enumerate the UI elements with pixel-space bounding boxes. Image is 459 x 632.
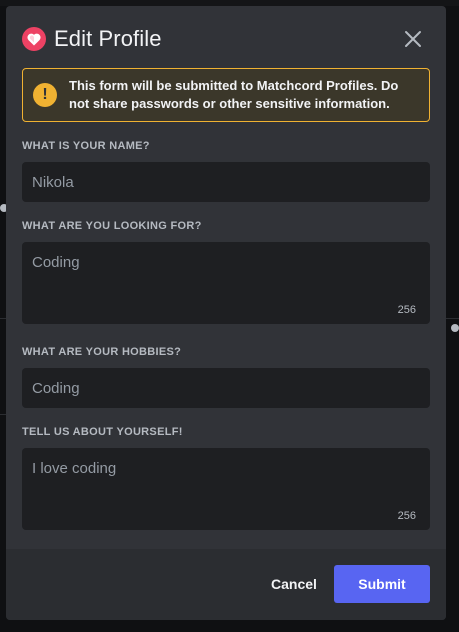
edit-profile-modal: Edit Profile ! This form will be submitt… xyxy=(6,6,446,620)
looking-for-placeholder: Coding xyxy=(32,254,80,271)
submit-button[interactable]: Submit xyxy=(334,565,430,603)
modal-title: Edit Profile xyxy=(54,26,162,51)
character-counter: 256 xyxy=(397,510,416,522)
warning-banner: ! This form will be submitted to Matchco… xyxy=(22,68,430,122)
about-label: TELL US ABOUT YOURSELF! xyxy=(22,426,183,438)
exclamation-icon: ! xyxy=(33,83,57,107)
name-input[interactable]: Nikola xyxy=(22,162,430,202)
hobbies-placeholder: Coding xyxy=(32,379,80,397)
close-icon xyxy=(405,31,421,47)
cancel-button[interactable]: Cancel xyxy=(246,565,342,603)
close-button[interactable] xyxy=(400,26,426,52)
modal-footer: Cancel Submit xyxy=(6,549,446,620)
name-placeholder: Nikola xyxy=(32,173,74,191)
background-dot xyxy=(451,324,459,332)
looking-for-label: WHAT ARE YOU LOOKING FOR? xyxy=(22,220,202,232)
modal-header: Edit Profile xyxy=(22,24,430,54)
hobbies-label: WHAT ARE YOUR HOBBIES? xyxy=(22,346,182,358)
character-counter: 256 xyxy=(397,304,416,316)
background-divider xyxy=(446,318,459,319)
about-input[interactable]: I love coding 256 xyxy=(22,448,430,530)
looking-for-input[interactable]: Coding 256 xyxy=(22,242,430,324)
name-label: WHAT IS YOUR NAME? xyxy=(22,140,150,152)
about-placeholder: I love coding xyxy=(32,460,117,477)
heart-icon xyxy=(22,27,46,51)
warning-text: This form will be submitted to Matchcord… xyxy=(69,78,399,111)
hobbies-input[interactable]: Coding xyxy=(22,368,430,408)
